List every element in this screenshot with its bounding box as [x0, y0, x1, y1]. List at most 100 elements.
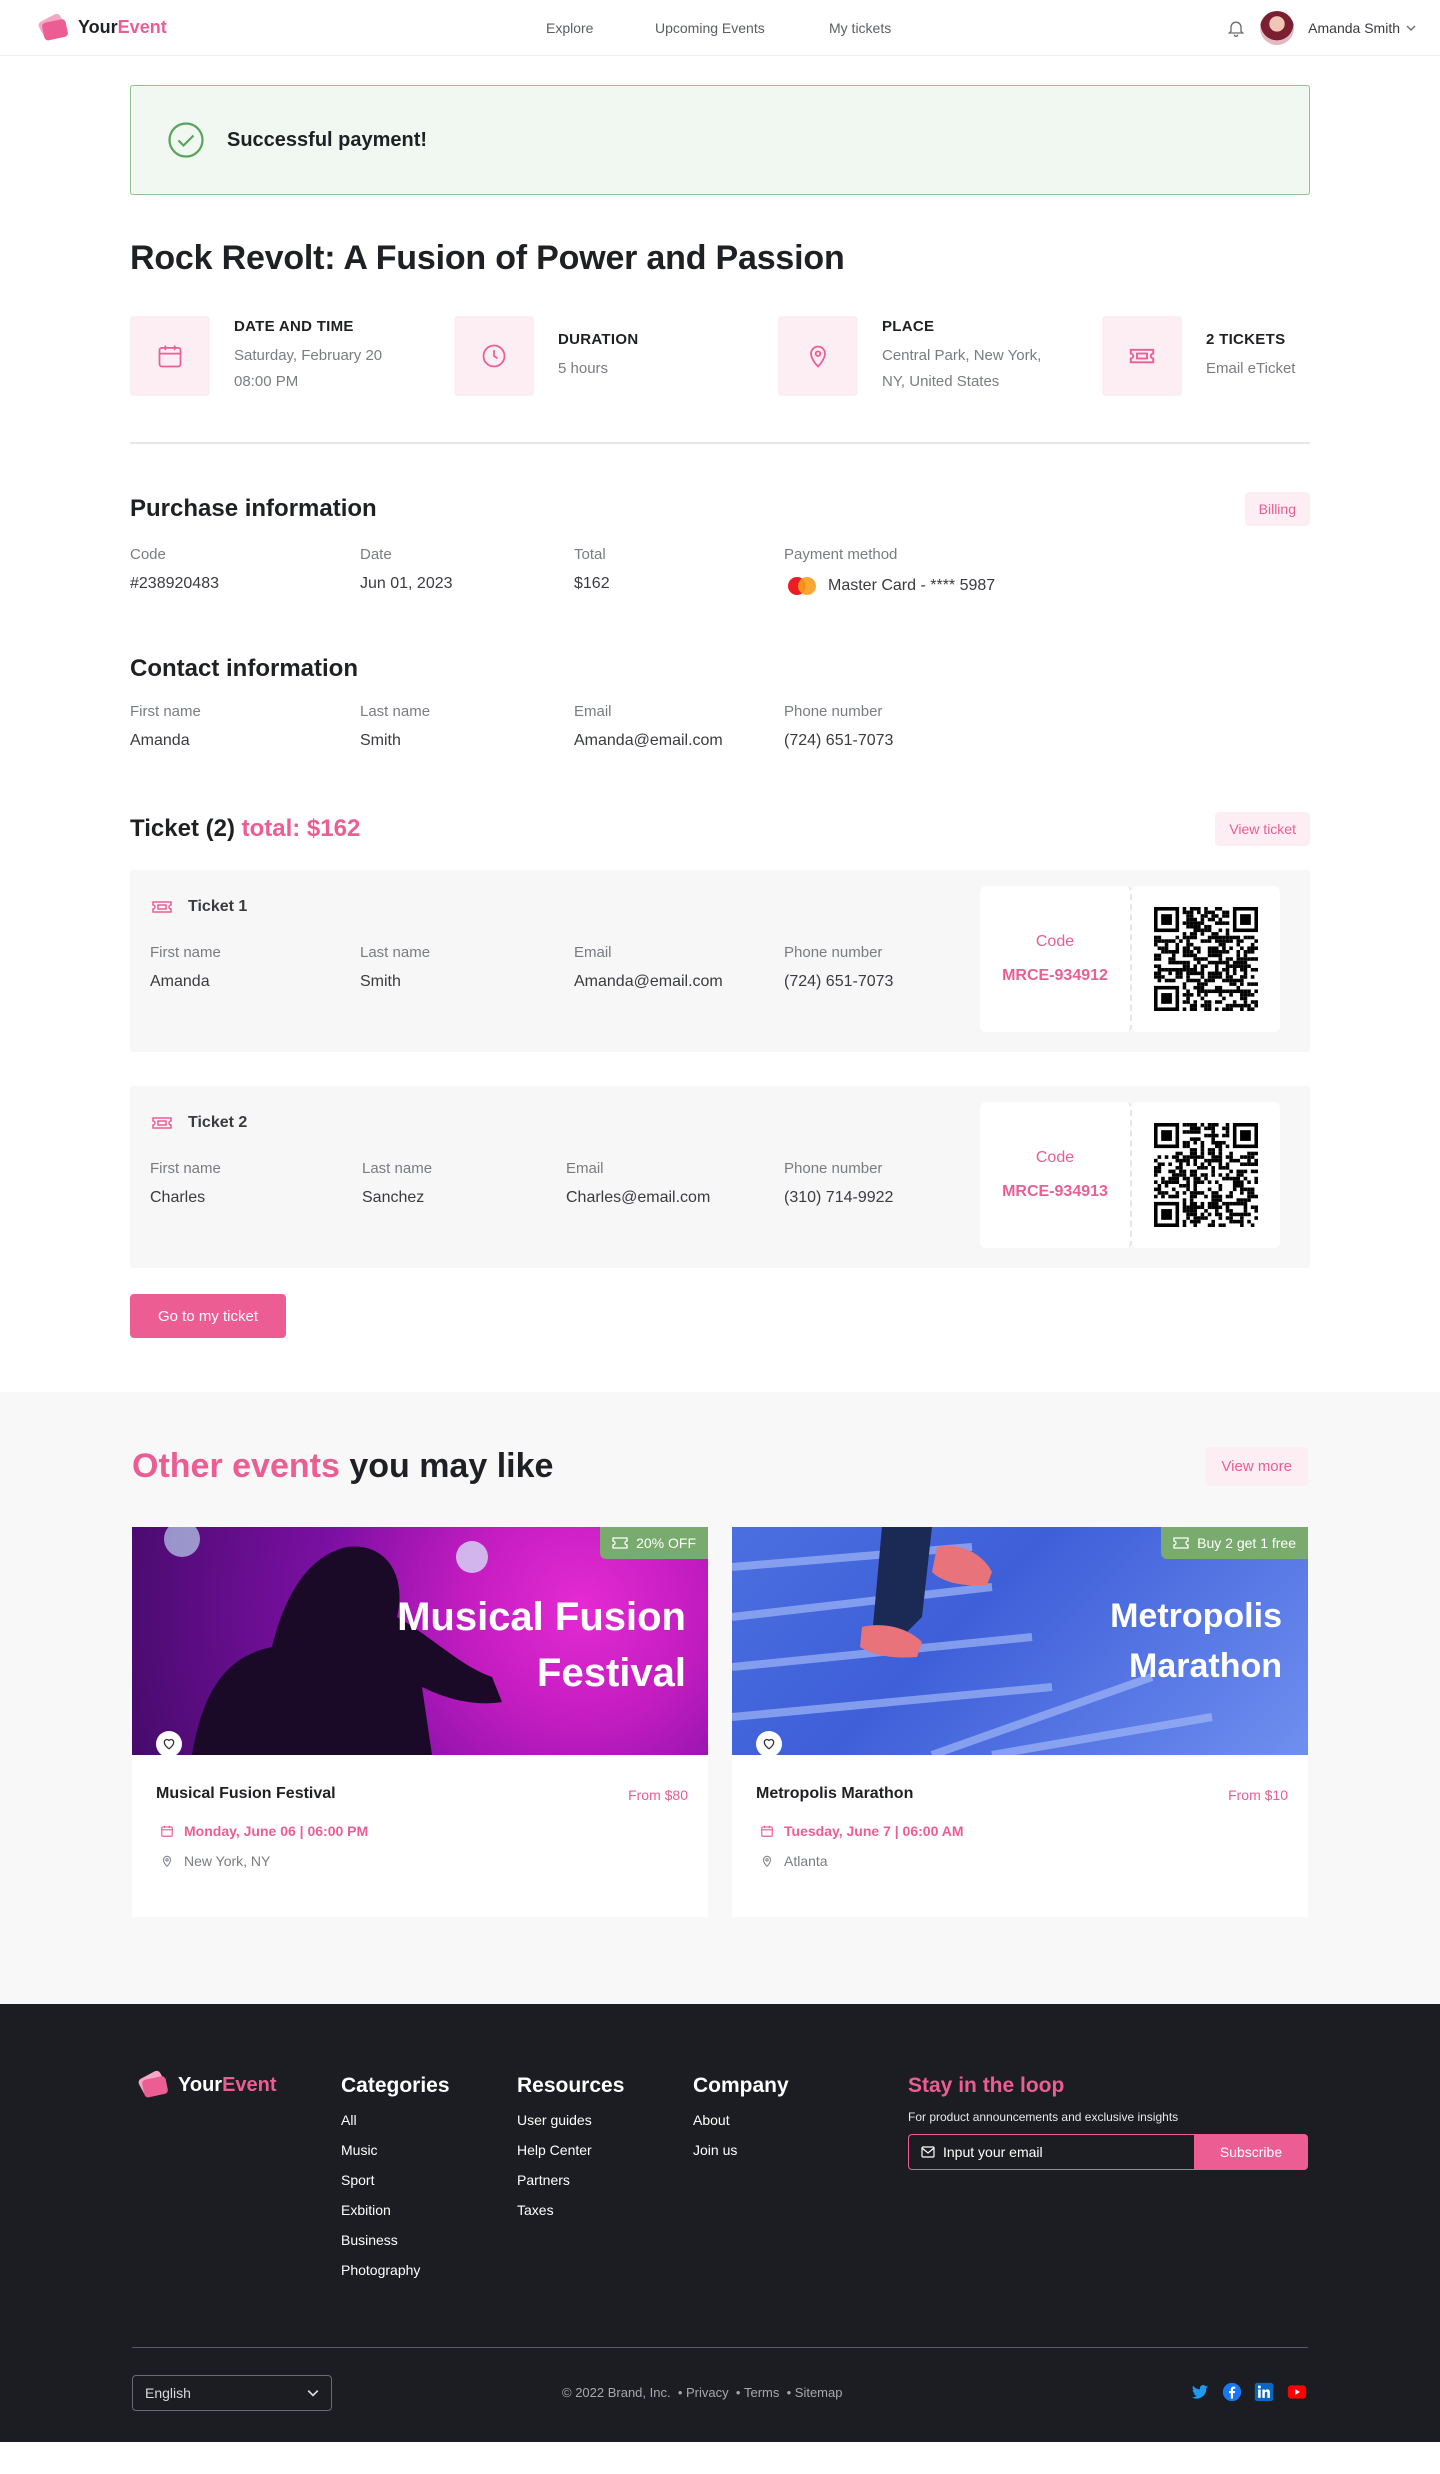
footer-company: Company About Join us	[693, 2074, 789, 2158]
favorite-button[interactable]	[756, 1731, 782, 1755]
footer-link[interactable]: About	[693, 2112, 789, 2128]
privacy-link[interactable]: Privacy	[686, 2385, 729, 2400]
ticket-phone-label: Phone number	[784, 944, 883, 961]
purchase-section: Purchase information Billing Code #23892…	[130, 492, 1310, 597]
view-ticket-button[interactable]: View ticket	[1215, 812, 1310, 846]
ticket-email-value: Amanda@email.com	[574, 973, 723, 990]
nav-upcoming-events[interactable]: Upcoming Events	[655, 20, 765, 36]
ticket-name: Ticket 2	[188, 1114, 248, 1131]
language-select[interactable]: English	[132, 2375, 332, 2411]
nav-my-tickets[interactable]: My tickets	[829, 20, 891, 36]
mastercard-icon	[788, 577, 816, 595]
view-more-button[interactable]: View more	[1205, 1447, 1308, 1486]
promo-label: 20% OFF	[636, 1535, 696, 1551]
map-pin-icon	[162, 1855, 172, 1868]
payment-value: Master Card - **** 5987	[828, 577, 996, 594]
total-value: $162	[574, 575, 610, 592]
info-value: 5 hours	[558, 359, 609, 377]
info-value: Central Park, New York, NY, United State…	[882, 346, 1042, 390]
footer-link[interactable]: Photography	[341, 2262, 450, 2278]
info-value: Saturday, February 20 08:00 PM	[234, 346, 383, 390]
other-events-title-rest: you may like	[349, 1447, 554, 1485]
success-banner: Successful payment!	[130, 85, 1310, 195]
ticket-first-value: Amanda	[150, 973, 210, 990]
event-card[interactable]: Musical Fusion Festival 20% OFF Musical …	[132, 1527, 708, 1917]
resources-title: Resources	[517, 2074, 625, 2097]
newsletter-email-input[interactable]: Input your email	[943, 2144, 1043, 2160]
ticket-code-label: Code	[1035, 1149, 1075, 1166]
footer-link[interactable]: Join us	[693, 2142, 789, 2158]
heart-icon	[163, 1738, 175, 1750]
footer-logo[interactable]: YourEvent	[132, 2068, 277, 2102]
youtube-icon[interactable]	[1286, 2382, 1308, 2402]
header-user-area: Amanda Smith	[1226, 0, 1416, 56]
event-name: Metropolis Marathon	[756, 1785, 914, 1802]
qr-code-icon[interactable]	[1154, 1123, 1258, 1227]
ticket-email-value: Charles@email.com	[566, 1189, 711, 1206]
banner-line-2: Marathon	[1129, 1647, 1282, 1685]
terms-link[interactable]: Terms	[744, 2385, 779, 2400]
payment-label: Payment method	[784, 546, 898, 563]
language-value: English	[145, 2385, 191, 2401]
other-events-section: Other events you may like View more Musi…	[0, 1392, 1440, 2004]
main-content: Successful payment! Rock Revolt: A Fusio…	[130, 85, 1310, 1338]
linkedin-icon[interactable]	[1254, 2382, 1274, 2402]
subscribe-button[interactable]: Subscribe	[1194, 2134, 1308, 2170]
event-card[interactable]: Metropolis Marathon Buy 2 get 1 free Met…	[732, 1527, 1308, 1917]
clock-icon	[482, 344, 506, 368]
avatar[interactable]	[1260, 11, 1295, 45]
qr-code-icon[interactable]	[1154, 907, 1258, 1011]
event-image: Musical Fusion Festival 20% OFF	[132, 1527, 708, 1755]
date-label: Date	[360, 546, 392, 563]
calendar-icon	[161, 1825, 173, 1837]
map-pin-icon	[762, 1855, 772, 1868]
promo-label: Buy 2 get 1 free	[1197, 1535, 1296, 1551]
heart-icon	[763, 1738, 775, 1750]
ticket-icon	[1129, 348, 1155, 364]
ticket-code-value: MRCE-934913	[1002, 1183, 1108, 1200]
footer-link[interactable]: Business	[341, 2232, 450, 2248]
user-menu[interactable]: Amanda Smith	[1308, 20, 1416, 36]
event-location: New York, NY	[184, 1853, 271, 1869]
nav-explore[interactable]: Explore	[546, 20, 593, 36]
promo-badge: 20% OFF	[600, 1527, 708, 1559]
ticket-icon	[1173, 1537, 1189, 1549]
ticket-first-value: Charles	[150, 1189, 206, 1206]
phone-label: Phone number	[784, 703, 883, 720]
company-title: Company	[693, 2074, 789, 2097]
bell-icon[interactable]	[1226, 18, 1246, 38]
email-value: Amanda@email.com	[574, 732, 723, 749]
footer-legal: © 2022 Brand, Inc. • Privacy • Terms • S…	[562, 2385, 843, 2400]
footer-link[interactable]: All	[341, 2112, 450, 2128]
footer-link[interactable]: Partners	[517, 2172, 624, 2188]
twitter-icon[interactable]	[1190, 2382, 1210, 2402]
footer-link[interactable]: Help Center	[517, 2142, 624, 2158]
main-nav: Explore Upcoming Events My tickets	[0, 0, 1440, 56]
footer-link[interactable]: Sport	[341, 2172, 450, 2188]
footer-link[interactable]: Music	[341, 2142, 450, 2158]
ticket-email-label: Email	[566, 1160, 604, 1177]
favorite-button[interactable]	[156, 1731, 182, 1755]
chevron-down-icon	[307, 2390, 319, 2397]
go-to-my-ticket-button[interactable]: Go to my ticket	[130, 1294, 286, 1338]
ticket-card: Ticket 2 First name Charles Last name Sanc…	[130, 1086, 1310, 1268]
footer-link[interactable]: Taxes	[517, 2202, 624, 2218]
footer-link[interactable]: Exbition	[341, 2202, 450, 2218]
footer-link[interactable]: User guides	[517, 2112, 624, 2128]
footer: YourEvent Categories All Music Sport Exb…	[0, 2004, 1440, 2442]
event-title: Rock Revolt: A Fusion of Power and Passi…	[130, 239, 845, 277]
ticket-phone-value: (310) 714-9922	[784, 1189, 894, 1206]
footer-divider	[132, 2347, 1308, 2348]
sitemap-link[interactable]: Sitemap	[795, 2385, 843, 2400]
promo-badge: Buy 2 get 1 free	[1161, 1527, 1308, 1559]
info-label: DURATION	[558, 330, 639, 348]
event-date: Monday, June 06 | 06:00 PM	[184, 1823, 369, 1839]
ticket-first-label: First name	[150, 1160, 221, 1177]
ticket-last-label: Last name	[362, 1160, 433, 1177]
ticket-code-label: Code	[1035, 933, 1075, 950]
facebook-icon[interactable]	[1222, 2382, 1242, 2402]
info-label: DATE AND TIME	[234, 317, 354, 335]
info-label: 2 TICKETS	[1206, 330, 1286, 348]
billing-button[interactable]: Billing	[1244, 492, 1310, 526]
top-header: YourEvent Explore Upcoming Events My tic…	[0, 0, 1440, 56]
